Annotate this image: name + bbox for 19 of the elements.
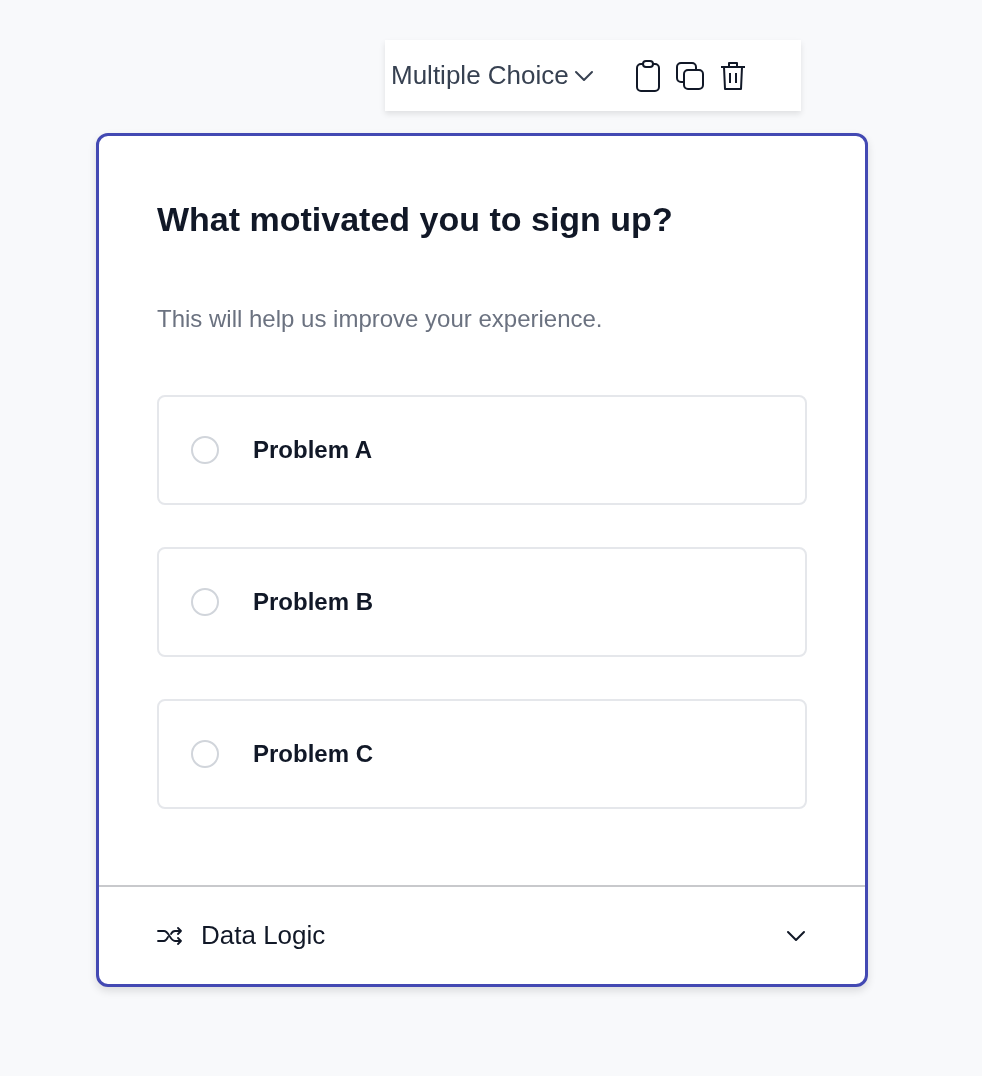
question-title: What motivated you to sign up? bbox=[157, 200, 674, 239]
radio-button[interactable] bbox=[191, 588, 219, 616]
question-description: This will help us improve your experience. bbox=[157, 305, 604, 333]
data-logic-label: Data Logic bbox=[201, 920, 327, 951]
clipboard-icon[interactable] bbox=[634, 58, 661, 93]
answer-option[interactable]: Problem C bbox=[157, 699, 807, 809]
radio-button[interactable] bbox=[191, 740, 219, 768]
option-label: Problem A bbox=[253, 436, 373, 464]
radio-button[interactable] bbox=[191, 436, 219, 464]
answer-option[interactable]: Problem B bbox=[157, 547, 807, 657]
question-type-dropdown[interactable]: Multiple Choice bbox=[391, 60, 595, 91]
answer-option[interactable]: Problem A bbox=[157, 395, 807, 505]
copy-icon[interactable] bbox=[674, 60, 705, 91]
caret-icon bbox=[572, 68, 595, 83]
chevron-icon[interactable] bbox=[785, 928, 807, 943]
option-label: Problem C bbox=[253, 740, 374, 768]
shuffle-icon bbox=[157, 926, 183, 945]
trash-icon[interactable] bbox=[718, 59, 747, 92]
option-label: Problem B bbox=[253, 588, 374, 616]
